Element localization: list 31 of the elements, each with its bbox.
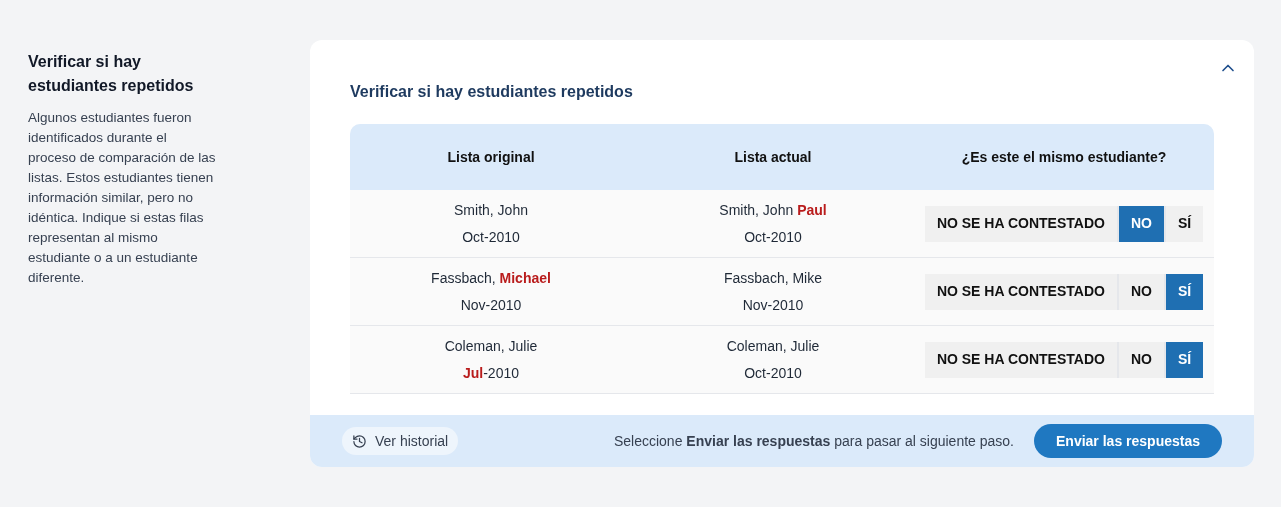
table-cell-text: Fassbach, Mike <box>723 268 822 288</box>
section-title: Verificar si hay estudiantes repetidos <box>28 52 195 96</box>
answer-option[interactable]: SÍ <box>1165 273 1204 310</box>
answer-option[interactable]: SÍ <box>1165 341 1204 378</box>
table-cell-text: Smith, John <box>454 200 528 220</box>
answer-option[interactable]: NO SE HA CONTESTADO <box>924 273 1117 310</box>
table-cell-text: Nov-2010 <box>742 295 804 315</box>
history-icon <box>352 433 367 449</box>
history-button[interactable]: Ver historial <box>342 427 459 455</box>
table-cell-text: Smith, John Paul <box>719 200 827 220</box>
answer-option[interactable]: NO <box>1118 205 1164 242</box>
submit-button[interactable]: Enviar las respuestas <box>1034 424 1222 458</box>
table-cell-text: Oct-2010 <box>744 227 802 247</box>
column-header: Lista original <box>446 147 536 167</box>
table-cell-text: Oct-2010 <box>462 227 520 247</box>
answer-option[interactable]: SÍ <box>1165 205 1204 242</box>
table-cell-text: Fassbach, Michael <box>431 268 551 288</box>
section-description: Algunos estudiantes fueron identificados durante el proceso de comparación de las listas. Estos estudiantes tienen información similar, pero no idéntica. Indique si estas filas representan al mismo estudiante o a un estudiante diferente. <box>28 109 216 287</box>
answer-option[interactable]: NO <box>1118 273 1164 310</box>
table-cell-text: Coleman, Julie <box>444 336 538 356</box>
table-cell-text: Oct-2010 <box>744 363 802 383</box>
column-header: ¿Es este el mismo estudiante? <box>960 147 1168 167</box>
panel-title: Verificar si hay estudiantes repetidos <box>349 82 634 102</box>
footer-hint: Seleccione Enviar las respuestas para pasar al siguiente paso. <box>613 431 1014 451</box>
table-cell-text: Nov-2010 <box>460 295 522 315</box>
table-cell-text: Jul-2010 <box>462 363 519 383</box>
table-cell-text: Coleman, Julie <box>726 336 820 356</box>
answer-option[interactable]: NO <box>1118 341 1164 378</box>
column-header: Lista actual <box>733 147 813 167</box>
answer-option[interactable]: NO SE HA CONTESTADO <box>924 341 1117 378</box>
answer-option[interactable]: NO SE HA CONTESTADO <box>924 205 1117 242</box>
